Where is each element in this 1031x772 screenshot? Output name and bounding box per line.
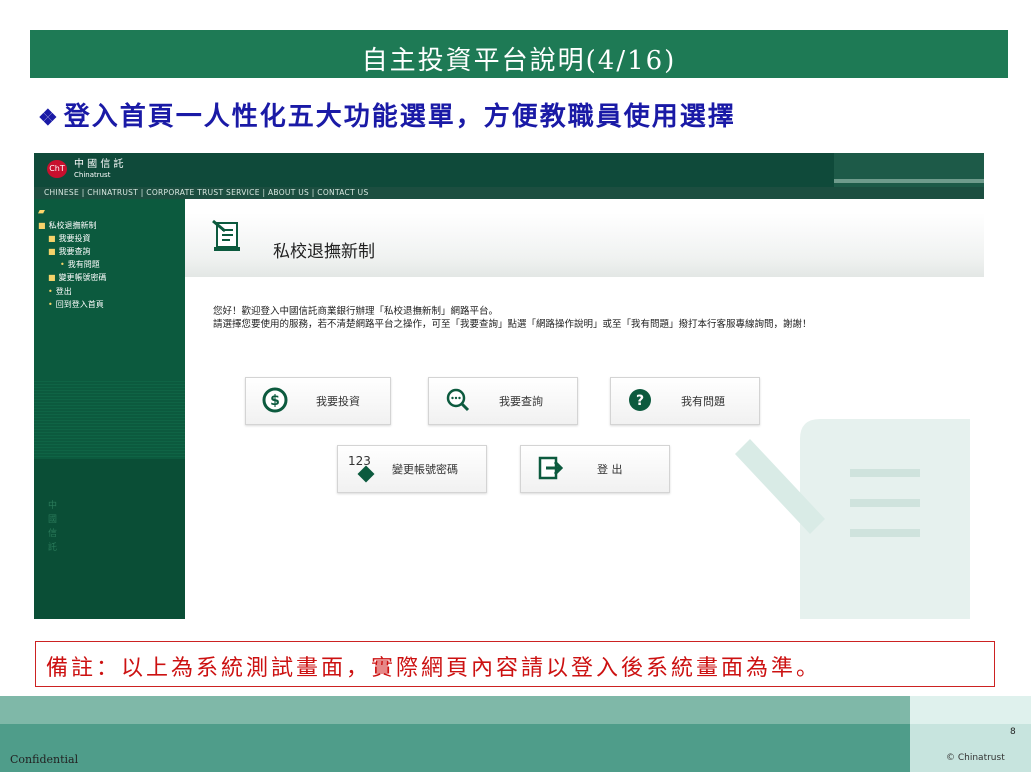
invest-button-label: 我要投資 (316, 395, 360, 408)
svg-text:$: $ (270, 393, 280, 409)
sidebar-item-back-home[interactable]: • 回到登入首頁 (48, 300, 104, 310)
top-nav-links[interactable]: CHINESE | CHINATRUST | CORPORATE TRUST S… (44, 187, 369, 199)
folder-icon: ■ (48, 247, 56, 256)
logo-en: Chinatrust (74, 171, 111, 179)
invest-button[interactable]: $ 我要投資 (245, 377, 391, 425)
disclaimer-text: 備註：以上為系統測試畫面，實際網頁內容請以登入後系統畫面為準。 (46, 656, 822, 681)
chinatrust-logo-text: 中 國 信 託 Chinatrust (74, 160, 124, 180)
confidential-label: Confidential (10, 753, 79, 766)
page-title: 私校退撫新制 (273, 242, 375, 262)
question-button[interactable]: ? 我有問題 (610, 377, 760, 425)
question-icon: ? (629, 389, 651, 411)
sidebar-vertical-text: 中國信託 (48, 501, 58, 553)
query-button[interactable]: 我要查詢 (428, 377, 578, 425)
site-header: ChT 中 國 信 託 Chinatrust (34, 153, 984, 187)
bullet-icon: ❖ (38, 105, 60, 131)
bullet-dot-icon: • (60, 260, 65, 269)
sidebar-item-root[interactable]: ■ 私校退撫新制 (38, 221, 97, 231)
slide-subtitle-text: 登入首頁一人性化五大功能選單，方便教職員使用選擇 (63, 102, 736, 132)
header-decoration-line (834, 179, 984, 183)
folder-icon: ■ (48, 234, 56, 243)
logout-icon (538, 456, 563, 480)
logout-button[interactable]: 登 出 (520, 445, 670, 493)
welcome-message: 您好！歡迎登入中國信託商業銀行辦理「私校退撫新制」網路平台。 請選擇您要使用的服… (213, 305, 812, 331)
document-pen-icon (212, 219, 240, 251)
top-nav: CHINESE | CHINATRUST | CORPORATE TRUST S… (34, 187, 984, 199)
bullet-dot-icon: • (48, 300, 53, 309)
svg-text:?: ? (636, 393, 644, 409)
sidebar-item-change-password[interactable]: ■ 變更帳號密碼 (48, 273, 107, 283)
numbers-pen-icon: 123 (348, 454, 371, 468)
folder-icon: ■ (48, 273, 56, 282)
change-password-button[interactable]: 123 變更帳號密碼 (337, 445, 487, 493)
sidebar-item-invest[interactable]: ■ 我要投資 (48, 234, 91, 244)
footer-band (0, 696, 1031, 724)
dollar-icon: $ (262, 387, 288, 413)
logo-cn: 中 國 信 託 (74, 159, 124, 170)
welcome-line-2: 請選擇您要使用的服務，若不清楚網路平台之操作，可至「我要查詢」點選「網路操作說明… (213, 319, 812, 330)
website-screenshot: ChT 中 國 信 託 Chinatrust CHINESE | CHINATR… (34, 153, 984, 619)
sidebar-item-query[interactable]: ■ 我要查詢 (48, 247, 91, 257)
sidebar-item-question[interactable]: • 我有問題 (60, 260, 100, 270)
folder-icon: ■ (38, 221, 46, 230)
question-button-label: 我有問題 (681, 395, 725, 408)
slide-footer: Confidential 8 © Chinatrust (0, 696, 1031, 772)
logout-button-label: 登 出 (597, 463, 623, 476)
disclaimer-box: 備註：以上為系統測試畫面，實際網頁內容請以登入後系統畫面為準。 (35, 641, 995, 687)
bullet-dot-icon: • (48, 287, 53, 296)
slide-title-bar: 自主投資平台說明(4/16) (30, 30, 1008, 78)
slide-subtitle: ❖ 登入首頁一人性化五大功能選單，方便教職員使用選擇 (38, 96, 736, 133)
folder-icon: ▰ (38, 207, 45, 217)
page-number: 8 (1010, 727, 1016, 737)
query-button-label: 我要查詢 (499, 395, 543, 408)
change-password-button-label: 變更帳號密碼 (392, 463, 458, 476)
slide-title: 自主投資平台說明(4/16) (361, 46, 677, 76)
pen-diamond-icon (357, 465, 375, 483)
welcome-line-1: 您好！歡迎登入中國信託商業銀行辦理「私校退撫新制」網路平台。 (213, 306, 499, 317)
background-document-pen-icon (735, 419, 970, 619)
chinatrust-logo-icon[interactable]: ChT (47, 160, 67, 178)
sidebar-item-logout[interactable]: • 登出 (48, 287, 72, 297)
main-content: 私校退撫新制 您好！歡迎登入中國信託商業銀行辦理「私校退撫新制」網路平台。 請選… (185, 199, 984, 619)
copyright: © Chinatrust (946, 753, 1005, 763)
footer-right-band (910, 696, 1031, 724)
magnifier-icon (446, 388, 470, 412)
sidebar: ▰ ■ 私校退撫新制 ■ 我要投資 ■ 我要查詢 • 我有問題 ■ 變更帳號密碼 • 登出 … (34, 199, 185, 619)
